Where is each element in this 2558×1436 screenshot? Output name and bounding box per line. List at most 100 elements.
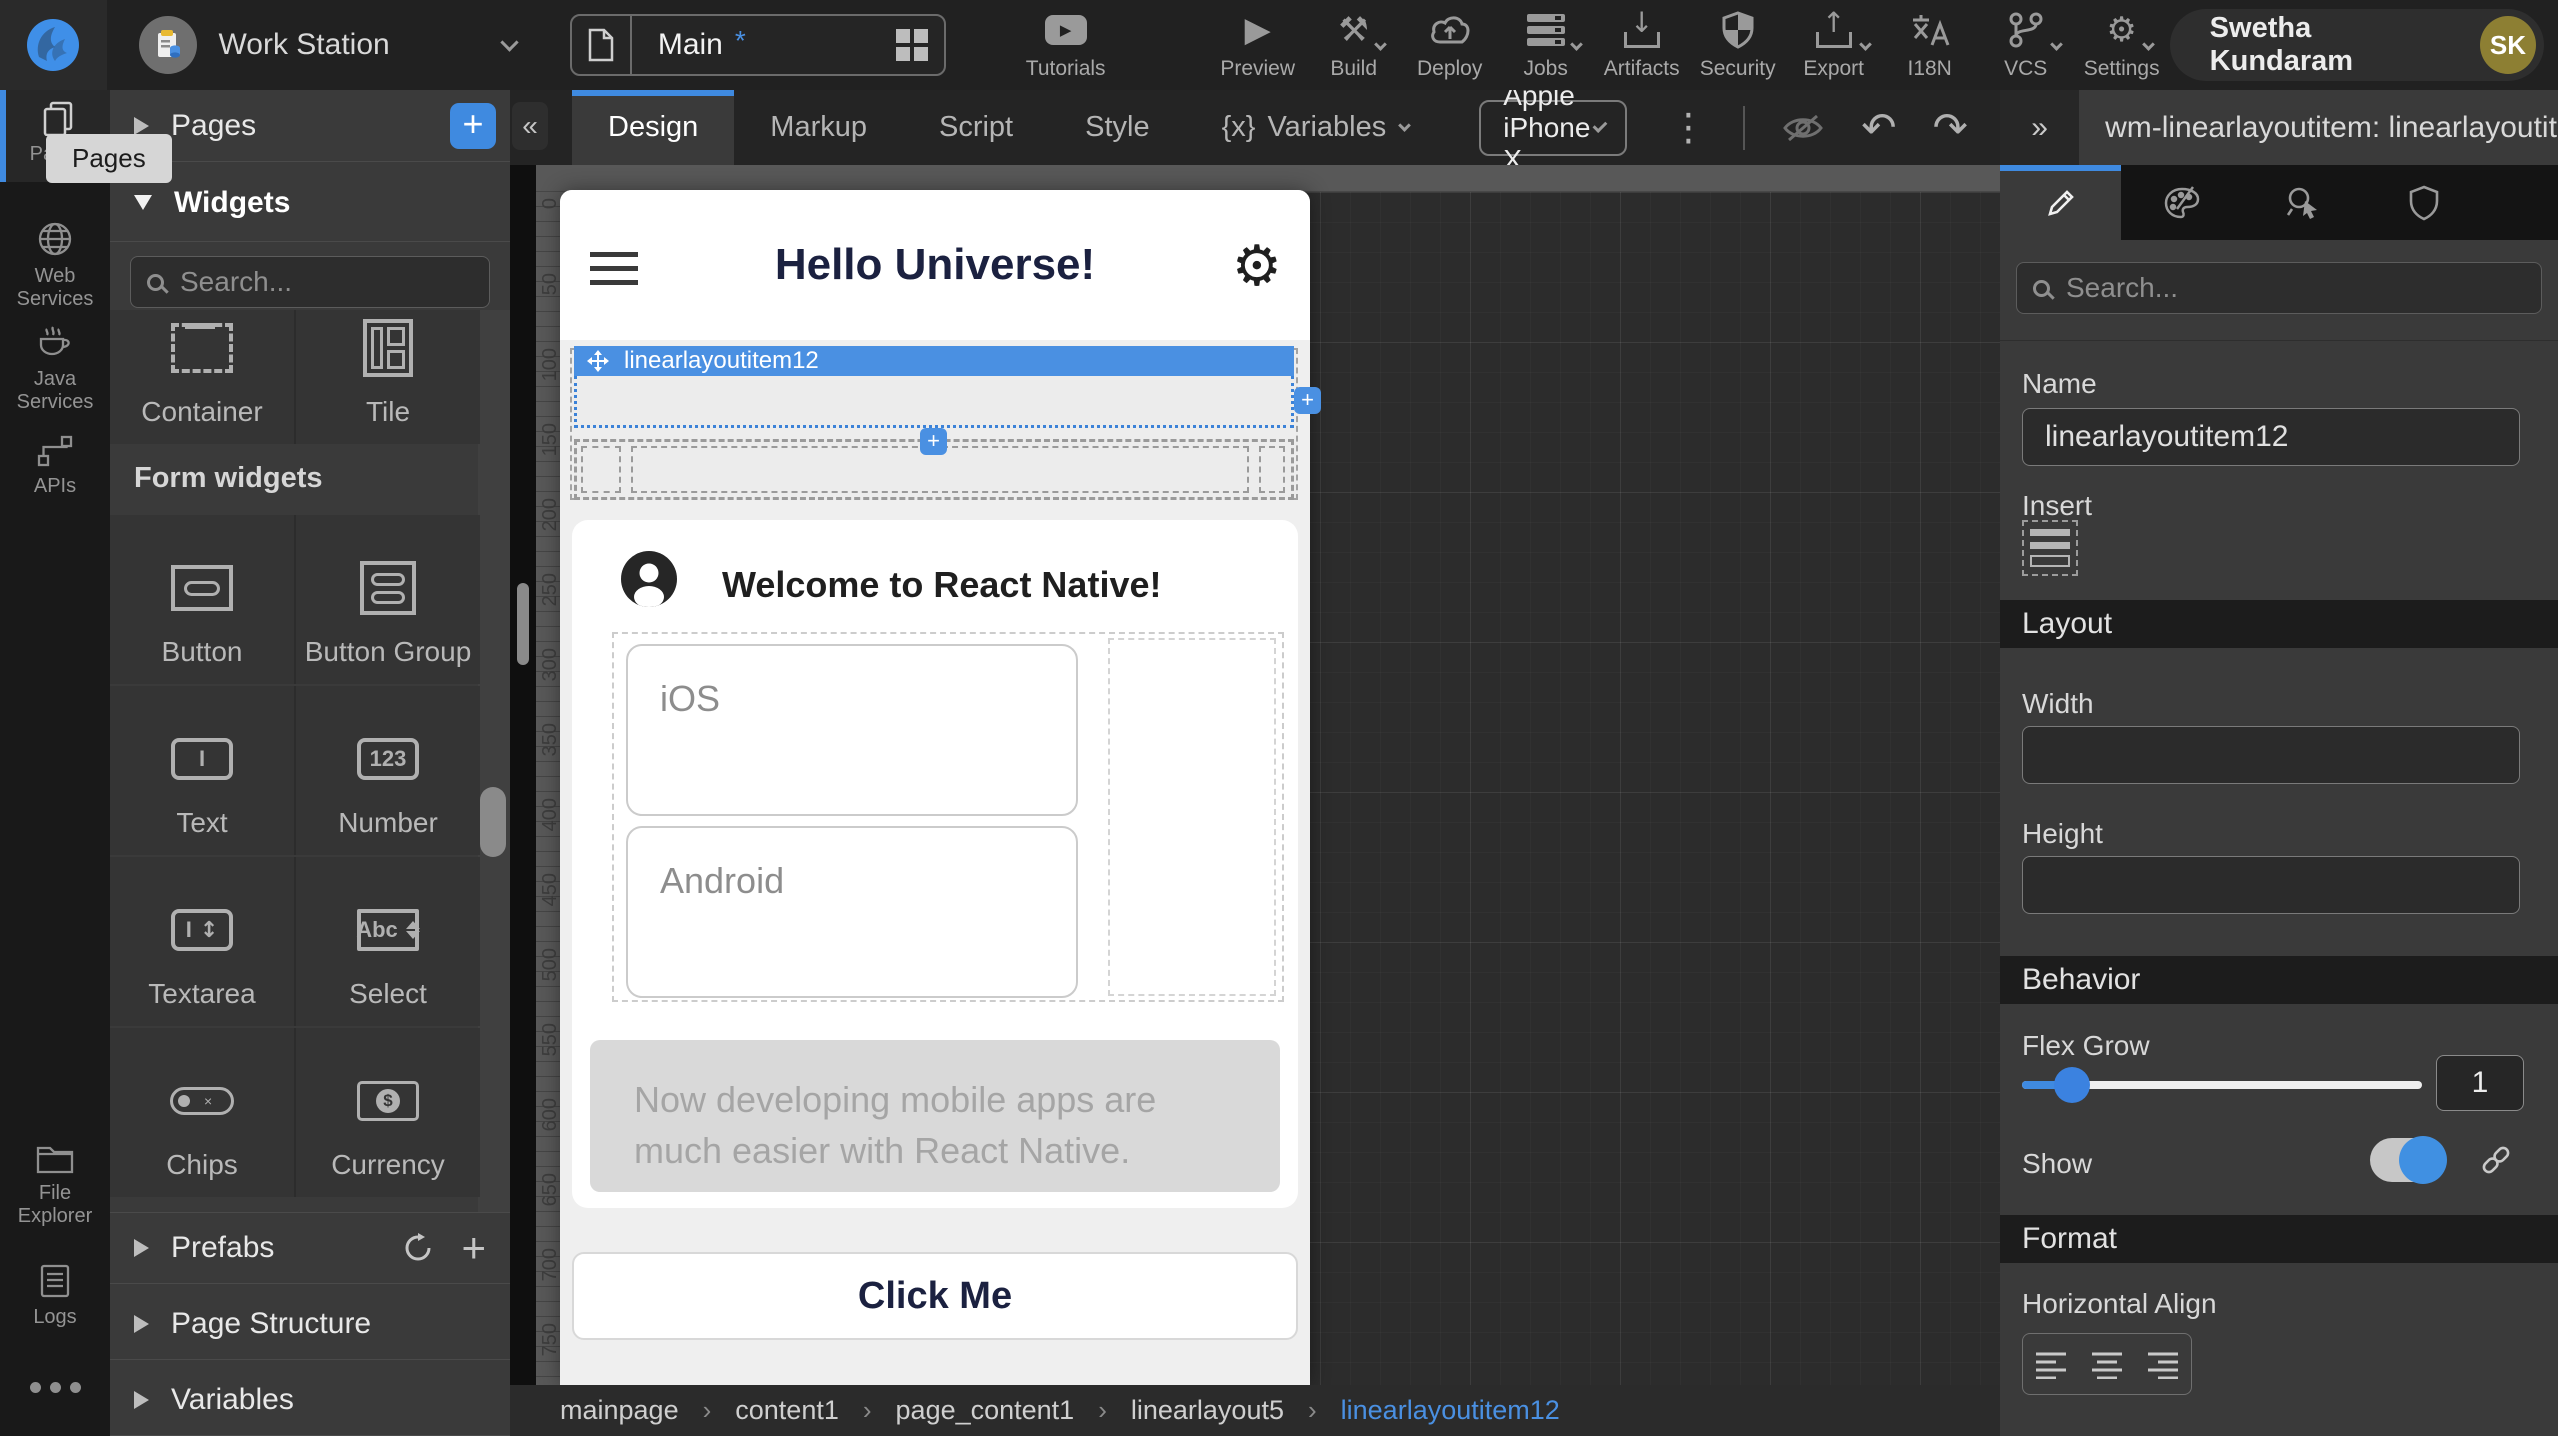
- platform-layout[interactable]: iOS Android: [612, 632, 1284, 1002]
- widget-button[interactable]: Button: [110, 515, 294, 684]
- variables-section-header[interactable]: Variables: [110, 1364, 510, 1436]
- layout-item-placeholder[interactable]: [581, 446, 621, 493]
- tutorials-button[interactable]: ▶ Tutorials: [1018, 9, 1114, 81]
- breadcrumb-item[interactable]: mainpage: [560, 1395, 679, 1426]
- gear-icon: ⚙: [2106, 9, 2136, 51]
- rail-item-logs[interactable]: Logs: [0, 1263, 110, 1329]
- rail-item-web-services[interactable]: Web Services: [0, 220, 110, 311]
- settings-button[interactable]: ⚙ Settings: [2074, 9, 2170, 81]
- align-right-button[interactable]: [2135, 1334, 2191, 1394]
- mobile-settings-gear-icon[interactable]: ⚙: [1232, 234, 1282, 299]
- slider-thumb[interactable]: [2054, 1067, 2090, 1103]
- tab-design[interactable]: Design: [572, 90, 734, 165]
- tab-variables[interactable]: {x} Variables: [1186, 90, 1446, 165]
- redo-icon[interactable]: ↷: [1933, 103, 1968, 152]
- empty-layout-column[interactable]: [1108, 638, 1276, 996]
- flex-grow-slider[interactable]: [2022, 1081, 2422, 1089]
- tab-markup[interactable]: Markup: [734, 90, 903, 165]
- breadcrumb-item[interactable]: content1: [735, 1395, 839, 1426]
- widget-select[interactable]: Abc Select: [296, 857, 480, 1026]
- message-box[interactable]: Now developing mobile apps are much easi…: [590, 1040, 1280, 1192]
- user-avatar-icon[interactable]: [620, 550, 678, 608]
- add-widget-right-button[interactable]: +: [1294, 387, 1321, 414]
- prefabs-section-header[interactable]: Prefabs +: [110, 1212, 510, 1284]
- add-prefab-button[interactable]: +: [461, 1233, 486, 1263]
- tab-security[interactable]: [2363, 165, 2484, 240]
- jobs-button[interactable]: Jobs: [1498, 9, 1594, 81]
- behavior-section-header[interactable]: Behavior: [2000, 956, 2558, 1004]
- selected-linearlayoutitem[interactable]: [574, 376, 1294, 428]
- export-button[interactable]: ↑ Export: [1786, 9, 1882, 81]
- height-field[interactable]: [2022, 856, 2520, 914]
- breadcrumb-item-active[interactable]: linearlayoutitem12: [1341, 1395, 1560, 1426]
- open-page-tab[interactable]: Main *: [570, 14, 946, 76]
- rail-item-java-services[interactable]: Java Services: [0, 323, 110, 414]
- collapse-panel-button[interactable]: «: [512, 102, 548, 150]
- page-grid-icon[interactable]: [896, 29, 928, 61]
- widgets-search-input[interactable]: [180, 266, 473, 298]
- widget-container[interactable]: Container: [110, 310, 294, 444]
- add-widget-center-button[interactable]: +: [920, 428, 947, 455]
- breadcrumb-separator: ›: [703, 1395, 712, 1426]
- width-field[interactable]: [2022, 726, 2520, 784]
- canvas-scrollbar-thumb[interactable]: [517, 583, 529, 665]
- bind-link-icon[interactable]: [2478, 1142, 2514, 1178]
- device-selector[interactable]: Apple iPhone X: [1479, 100, 1627, 156]
- tab-properties[interactable]: [2000, 165, 2121, 240]
- user-menu[interactable]: Swetha Kundaram SK: [2170, 9, 2544, 81]
- tab-inspect[interactable]: [2242, 165, 2363, 240]
- widgets-scrollbar-thumb[interactable]: [480, 787, 506, 857]
- add-page-button[interactable]: +: [450, 103, 496, 149]
- security-button[interactable]: Security: [1690, 9, 1786, 81]
- ios-box[interactable]: iOS: [626, 644, 1078, 816]
- widgets-scrollbar[interactable]: [478, 310, 510, 1276]
- widget-chips[interactable]: × Chips: [110, 1028, 294, 1197]
- refresh-icon[interactable]: [401, 1231, 435, 1265]
- click-me-button[interactable]: Click Me: [572, 1252, 1298, 1340]
- artifacts-button[interactable]: ↓ Artifacts: [1594, 9, 1690, 81]
- tab-script[interactable]: Script: [903, 90, 1049, 165]
- rail-item-file-explorer[interactable]: File Explorer: [0, 1141, 110, 1228]
- align-center-button[interactable]: [2079, 1334, 2135, 1394]
- widget-number[interactable]: 123 Number: [296, 686, 480, 855]
- i18n-button[interactable]: I18N: [1882, 9, 1978, 81]
- android-box[interactable]: Android: [626, 826, 1078, 998]
- widget-textarea[interactable]: I↕ Textarea: [110, 857, 294, 1026]
- mobile-page-title[interactable]: Hello Universe!: [560, 240, 1310, 290]
- insert-widget-button[interactable]: [2022, 520, 2078, 576]
- breadcrumb-item[interactable]: page_content1: [896, 1395, 1075, 1426]
- widget-text[interactable]: I Text: [110, 686, 294, 855]
- tab-styles[interactable]: [2121, 165, 2242, 240]
- rail-item-apis[interactable]: APIs: [0, 434, 110, 498]
- collapse-properties-button[interactable]: »: [2000, 90, 2079, 165]
- widget-tile[interactable]: Tile: [296, 310, 480, 444]
- page-structure-section-header[interactable]: Page Structure: [110, 1288, 510, 1360]
- welcome-label[interactable]: Welcome to React Native!: [722, 564, 1161, 606]
- build-button[interactable]: ⚒ Build: [1306, 9, 1402, 81]
- show-toggle[interactable]: [2370, 1138, 2444, 1182]
- properties-body: Name Insert Layout Width Height Behavior…: [2000, 240, 2558, 1436]
- selected-widget-bar[interactable]: linearlayoutitem12: [574, 346, 1294, 376]
- undo-icon[interactable]: ↶: [1861, 103, 1896, 152]
- hide-preview-icon[interactable]: [1781, 111, 1825, 145]
- vcs-button[interactable]: VCS: [1978, 9, 2074, 81]
- mobile-navbar[interactable]: Hello Universe! ⚙: [560, 190, 1310, 340]
- breadcrumb-item[interactable]: linearlayout5: [1131, 1395, 1284, 1426]
- deploy-button[interactable]: Deploy: [1402, 9, 1498, 81]
- tab-style[interactable]: Style: [1049, 90, 1185, 165]
- more-options-icon[interactable]: ⋮: [1669, 116, 1707, 139]
- name-field[interactable]: [2022, 408, 2520, 466]
- format-section-header[interactable]: Format: [2000, 1215, 2558, 1263]
- play-icon: ▶: [1245, 9, 1271, 51]
- align-left-button[interactable]: [2023, 1334, 2079, 1394]
- linearlayout5-region[interactable]: linearlayoutitem12 + +: [570, 348, 1298, 500]
- preview-button[interactable]: ▶ Preview: [1210, 9, 1306, 81]
- layout-item-placeholder[interactable]: [1259, 446, 1285, 493]
- properties-search-input[interactable]: [2066, 272, 2525, 304]
- wavemaker-logo[interactable]: [0, 0, 107, 90]
- widget-currency[interactable]: $ Currency: [296, 1028, 480, 1197]
- widget-button-group[interactable]: Button Group: [296, 515, 480, 684]
- project-selector[interactable]: Work Station: [139, 16, 526, 74]
- layout-section-header[interactable]: Layout: [2000, 600, 2558, 648]
- rail-more-button[interactable]: [0, 1382, 110, 1393]
